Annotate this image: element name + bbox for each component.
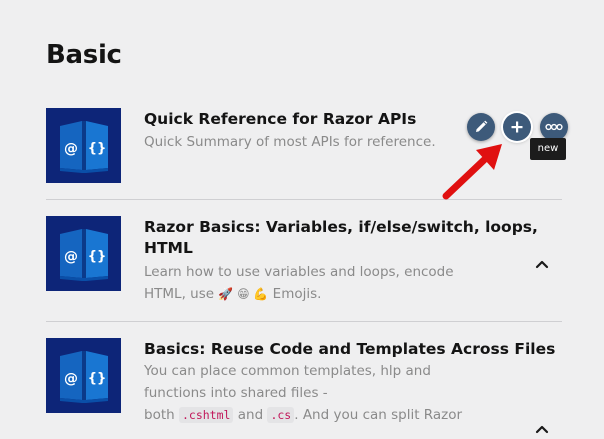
item-title[interactable]: Razor Basics: Variables, if/else/switch,… <box>144 217 544 259</box>
list-item[interactable]: @ {} Basics: Reuse Code and Templates Ac… <box>46 338 562 430</box>
plus-icon <box>511 121 523 133</box>
thumb-at-label: @ <box>64 141 78 157</box>
annotation-arrow-icon <box>442 144 502 200</box>
more-icon <box>545 123 563 131</box>
section-title: Basic <box>46 40 122 70</box>
chevron-up-icon[interactable] <box>534 255 550 269</box>
list-item[interactable]: @ {} Razor Basics: Variables, if/else/sw… <box>46 216 562 320</box>
inline-code: .cs <box>267 407 295 423</box>
tooltip: new <box>530 138 566 160</box>
thumb-at-label: @ <box>64 249 78 265</box>
item-title[interactable]: Basics: Reuse Code and Templates Across … <box>144 339 564 360</box>
book-icon: @ {} <box>60 229 108 281</box>
emoji-group: 🚀 😁 💪 <box>218 287 269 301</box>
item-description-text: . And you can split Razor <box>294 407 463 423</box>
item-description: Quick Summary of most APIs for reference… <box>144 134 436 150</box>
item-description-text: You can place common templates, hlp and … <box>144 363 431 401</box>
thumb-braces-label: {} <box>88 371 107 386</box>
app-thumbnail: @ {} <box>46 216 121 291</box>
item-title[interactable]: Quick Reference for Razor APIs <box>144 109 564 130</box>
item-description: Learn how to use variables and loops, en… <box>144 261 474 305</box>
item-description-text: Emojis. <box>272 286 322 302</box>
item-description: You can place common templates, hlp and … <box>144 360 474 426</box>
thumb-braces-label: {} <box>88 141 107 156</box>
divider <box>46 321 562 322</box>
book-icon: @ {} <box>60 121 108 173</box>
item-description-text: both <box>144 407 175 423</box>
chevron-up-icon[interactable] <box>534 420 550 434</box>
thumb-at-label: @ <box>64 371 78 387</box>
book-icon: @ {} <box>60 351 108 403</box>
pencil-icon <box>476 120 488 132</box>
inline-code: .cshtml <box>178 407 234 423</box>
thumb-braces-label: {} <box>88 249 107 264</box>
item-description-text: and <box>237 407 264 423</box>
app-thumbnail: @ {} <box>46 108 121 183</box>
more-button[interactable] <box>540 113 568 141</box>
app-thumbnail: @ {} <box>46 338 121 413</box>
